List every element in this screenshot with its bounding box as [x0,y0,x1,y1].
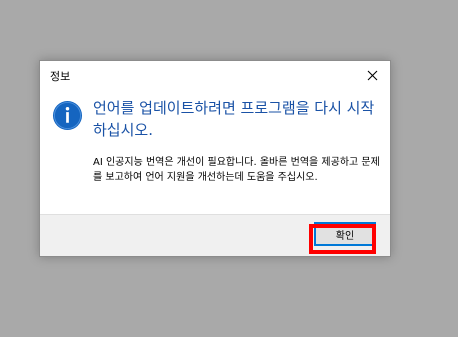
dialog-footer: 확인 [40,214,390,256]
dialog-title: 정보 [50,70,71,83]
info-icon [52,100,83,131]
ok-button[interactable]: 확인 [314,222,376,246]
dialog-titlebar: 정보 [40,61,390,89]
info-dialog: 정보 언어를 업데이트하려면 프로그램을 다시 시작하십시오. AI 인공지능 … [39,60,391,257]
close-button[interactable] [354,61,390,89]
dialog-content-text: AI 인공지능 번역은 개선이 필요합니다. 올바른 번역을 제공하고 문제를 … [93,157,380,183]
main-instruction: 언어를 업데이트하려면 프로그램을 다시 시작하십시오. [93,99,375,139]
close-icon [367,70,377,80]
